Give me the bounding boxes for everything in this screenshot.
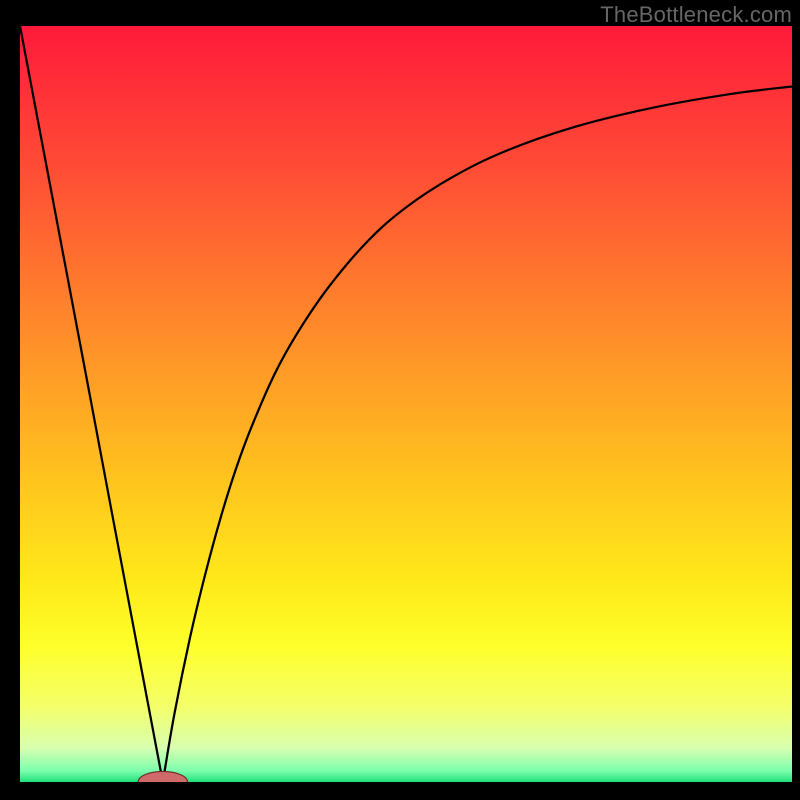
gradient-background: [20, 26, 792, 782]
chart-frame: TheBottleneck.com: [0, 0, 800, 800]
plot-area: [20, 26, 792, 782]
chart-svg: [20, 26, 792, 782]
watermark-text: TheBottleneck.com: [600, 2, 792, 28]
